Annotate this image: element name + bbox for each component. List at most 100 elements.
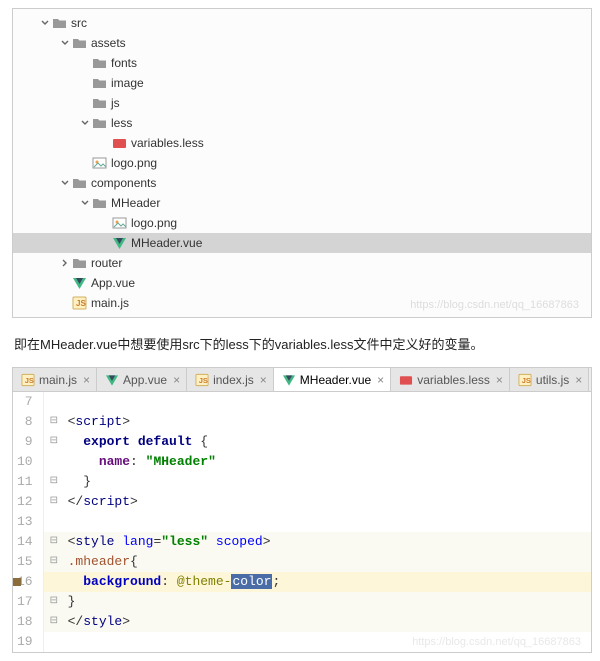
line-number[interactable]: 11 [17,472,33,492]
tree-item-assets[interactable]: assets [13,33,591,53]
tree-item-logo-png[interactable]: logo.png [13,213,591,233]
close-icon[interactable]: × [575,373,582,387]
tree-item-image[interactable]: image [13,73,591,93]
line-number[interactable]: 19 [17,632,33,652]
code-line[interactable]: ⊟ export default { [44,432,591,452]
description-text: 即在MHeader.vue中想要使用src下的less下的variables.l… [14,334,600,353]
tree-item-variables-less[interactable]: variables.less [13,133,591,153]
tree-item-components[interactable]: components [13,173,591,193]
close-icon[interactable]: × [377,373,384,387]
code-line[interactable] [44,512,591,532]
close-icon[interactable]: × [173,373,180,387]
chevron-down-icon[interactable] [59,37,71,49]
chevron-none-icon [79,77,91,89]
folder-gray-icon [91,196,107,210]
code-line[interactable] [44,392,591,412]
tree-item-js[interactable]: js [13,93,591,113]
chevron-down-icon[interactable] [59,177,71,189]
folder-gray-icon [71,256,87,270]
tree-item-label: router [91,256,122,270]
tree-item-logo-png[interactable]: logo.png [13,153,591,173]
folder-gray-icon [91,96,107,110]
chevron-none-icon [79,97,91,109]
code-line[interactable]: ⊟ } [44,472,591,492]
tab-mheader-vue[interactable]: MHeader.vue × [274,368,391,391]
folder-gray-icon [71,36,87,50]
chevron-right-icon[interactable] [59,257,71,269]
line-number[interactable]: 13 [17,512,33,532]
tree-item-src[interactable]: src [13,13,591,33]
tree-item-mheader-vue[interactable]: MHeader.vue [13,233,591,253]
tree-item-label: App.vue [91,276,135,290]
tree-item-label: MHeader.vue [131,236,202,250]
tab-main-js[interactable]: main.js× [13,368,97,391]
fold-icon[interactable]: ⊟ [50,412,58,432]
fold-icon[interactable]: ⊟ [50,492,58,512]
line-number[interactable]: 18 [17,612,33,632]
line-number[interactable]: 16 [17,572,33,592]
code-line[interactable]: ⊟.mheader{ [44,552,591,572]
code-line[interactable]: ⊟</script> [44,492,591,512]
code-editor-panel: main.js×App.vue×index.js×MHeader.vue×var… [12,367,592,653]
line-gutter: 78910111213141516171819 [13,392,44,652]
watermark: https://blog.csdn.net/qq_16687863 [410,299,579,311]
js-file-icon [21,373,35,387]
tab-variables-less[interactable]: variables.less × [391,368,510,391]
code-line[interactable]: ⊟<style lang="less" scoped> [44,532,591,552]
fold-icon[interactable]: ⊟ [50,612,58,632]
line-number[interactable]: 12 [17,492,33,512]
vue-file-icon [71,276,87,290]
tree-item-label: components [91,176,156,190]
tab-index-js[interactable]: index.js × [187,368,274,391]
chevron-none-icon [59,297,71,309]
code-line[interactable]: background: @theme-color; [44,572,591,592]
code-line[interactable]: ⊟} [44,592,591,612]
code-area[interactable]: 78910111213141516171819 ⊟<script>⊟ expor… [13,392,591,652]
code-line[interactable]: name: "MHeader" [44,452,591,472]
code-line[interactable]: ⊟<script> [44,412,591,432]
vue-file-icon [111,236,127,250]
chevron-down-icon[interactable] [39,17,51,29]
chevron-none-icon [79,157,91,169]
tree-item-fonts[interactable]: fonts [13,53,591,73]
chevron-none-icon [59,277,71,289]
tab-utils-js[interactable]: utils.js × [510,368,589,391]
less-file-icon [399,373,413,387]
tab-bar: main.js×App.vue×index.js×MHeader.vue×var… [13,368,591,392]
chevron-down-icon[interactable] [79,197,91,209]
tab-app-vue[interactable]: App.vue× [97,368,187,391]
code-line[interactable]: ⊟</style> [44,612,591,632]
tab-label: variables.less [417,373,490,387]
tab-label: utils.js [536,373,569,387]
tree-item-router[interactable]: router [13,253,591,273]
close-icon[interactable]: × [260,373,267,387]
fold-icon[interactable]: ⊟ [50,532,58,552]
chevron-down-icon[interactable] [79,117,91,129]
line-number[interactable]: 8 [17,412,33,432]
project-tree-panel: srcassetsfontsimagejslessvariables.lessl… [12,8,592,318]
tree-item-mheader[interactable]: MHeader [13,193,591,213]
close-icon[interactable]: × [496,373,503,387]
tab-label: index.js [213,373,254,387]
line-number[interactable]: 17 [17,592,33,612]
tree-item-less[interactable]: less [13,113,591,133]
code-lines[interactable]: ⊟<script>⊟ export default { name: "MHead… [44,392,591,652]
line-number[interactable]: 14 [17,532,33,552]
fold-icon[interactable]: ⊟ [50,432,58,452]
fold-icon[interactable]: ⊟ [50,552,58,572]
tab-label: MHeader.vue [300,373,371,387]
vue-file-icon [105,373,119,387]
close-icon[interactable]: × [83,373,90,387]
vue-file-icon [282,373,296,387]
folder-gray-icon [91,76,107,90]
fold-icon[interactable]: ⊟ [50,592,58,612]
js-file-icon [518,373,532,387]
line-number[interactable]: 7 [17,392,33,412]
tree-item-app-vue[interactable]: App.vue [13,273,591,293]
line-number[interactable]: 9 [17,432,33,452]
line-number[interactable]: 10 [17,452,33,472]
js-file-icon [71,296,87,310]
line-number[interactable]: 15 [17,552,33,572]
fold-icon[interactable]: ⊟ [50,472,58,492]
folder-gray-icon [51,16,67,30]
